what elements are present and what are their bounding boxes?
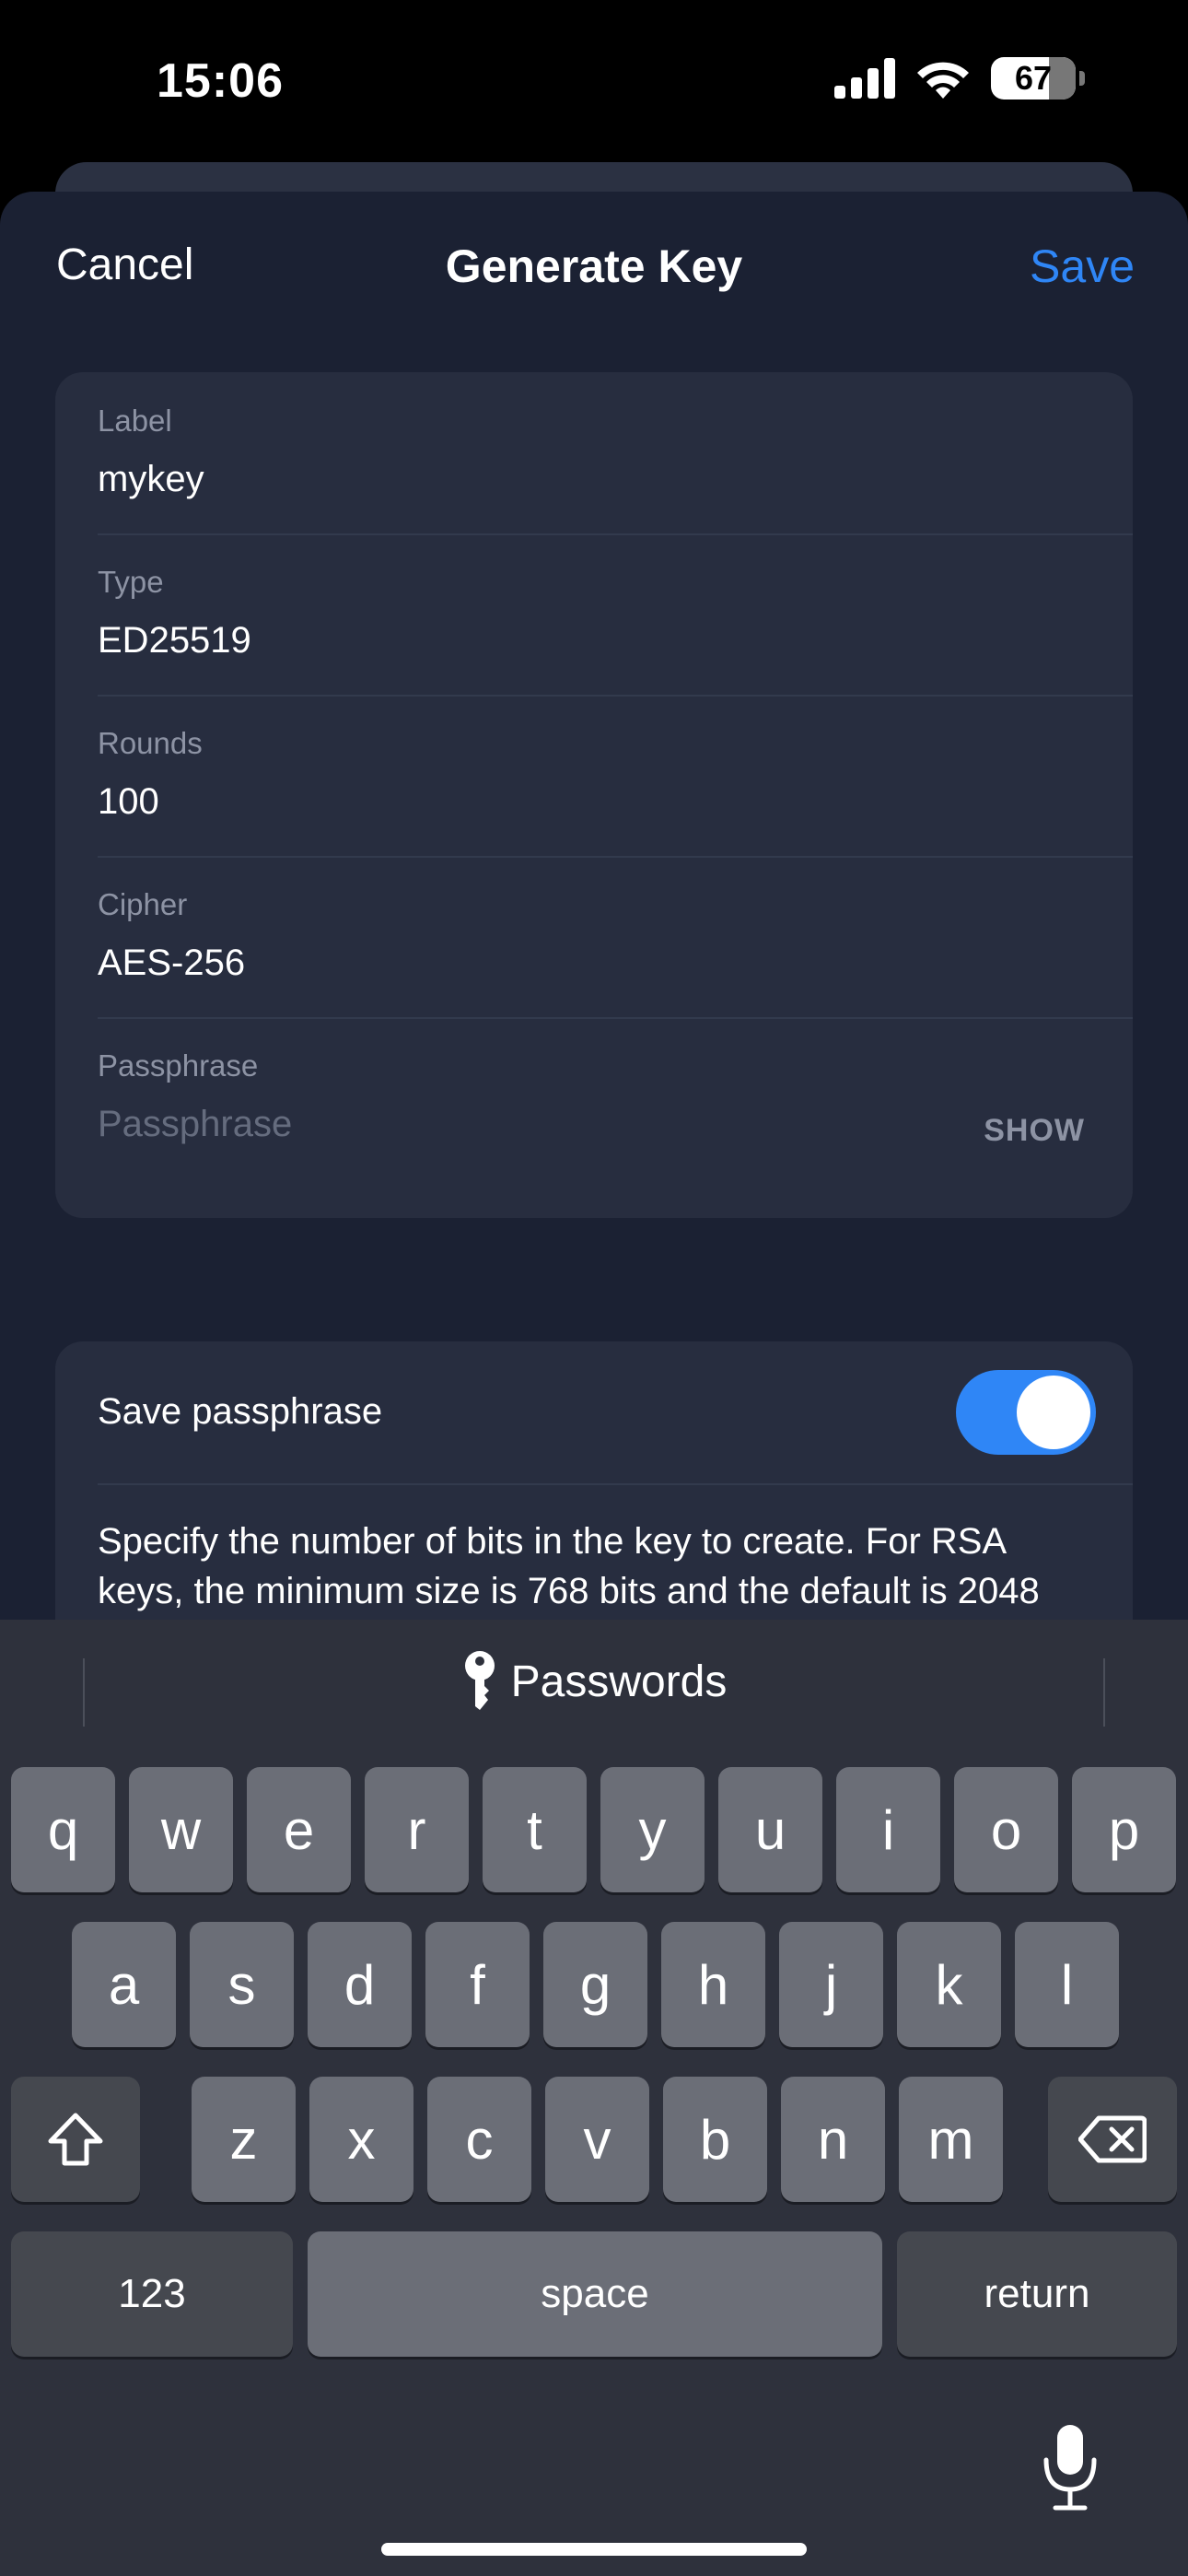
key-settings-card: Label mykey Type ED25519 Rounds 100 Ciph… [55, 372, 1133, 1218]
status-time: 15:06 [157, 54, 284, 108]
key-q[interactable]: q [11, 1767, 115, 1892]
passphrase-field[interactable]: Passphrase Passphrase SHOW [55, 1017, 1133, 1178]
type-field-label: Type [98, 565, 164, 599]
key-y[interactable]: y [600, 1767, 705, 1892]
rounds-field[interactable]: Rounds 100 [55, 695, 1133, 856]
microphone-icon[interactable] [1041, 2421, 1100, 2513]
key-p[interactable]: p [1072, 1767, 1176, 1892]
passwords-label: Passwords [510, 1657, 728, 1706]
key-s[interactable]: s [190, 1922, 294, 2047]
battery-tip [1079, 71, 1085, 86]
key-a[interactable]: a [72, 1922, 176, 2047]
key-m[interactable]: m [899, 2077, 1003, 2202]
save-passphrase-toggle[interactable] [956, 1370, 1096, 1455]
keyboard: Passwords qwertyuiop asdfghjkl zxcvbnm 1… [0, 1620, 1188, 2576]
cipher-field[interactable]: Cipher AES-256 [55, 856, 1133, 1017]
label-field-label: Label [98, 404, 172, 438]
signal-icon [834, 58, 895, 99]
backspace-icon [1078, 2115, 1147, 2163]
key-h[interactable]: h [661, 1922, 765, 2047]
key-icon [464, 1651, 495, 1710]
key-g[interactable]: g [543, 1922, 647, 2047]
key-t[interactable]: t [483, 1767, 587, 1892]
key-i[interactable]: i [836, 1767, 940, 1892]
passphrase-input[interactable]: Passphrase [98, 1104, 292, 1145]
key-w[interactable]: w [129, 1767, 233, 1892]
navigation-bar: Cancel Generate Key Save [0, 192, 1188, 348]
delete-key[interactable] [1048, 2077, 1177, 2202]
passphrase-field-label: Passphrase [98, 1048, 259, 1083]
battery-icon: 67 [991, 57, 1076, 100]
shift-icon [48, 2113, 103, 2166]
divider [98, 1483, 1133, 1485]
key-x[interactable]: x [309, 2077, 413, 2202]
key-n[interactable]: n [781, 2077, 885, 2202]
label-field-value[interactable]: mykey [98, 459, 204, 500]
key-l[interactable]: l [1015, 1922, 1119, 2047]
rounds-field-value[interactable]: 100 [98, 781, 159, 823]
key-j[interactable]: j [779, 1922, 883, 2047]
battery-level: 67 [1014, 59, 1053, 97]
toggle-knob [1017, 1376, 1090, 1449]
shift-key[interactable] [11, 2077, 140, 2202]
save-button[interactable]: Save [1030, 240, 1135, 293]
rounds-field-label: Rounds [98, 726, 203, 760]
page-title: Generate Key [445, 240, 743, 292]
key-c[interactable]: c [427, 2077, 531, 2202]
type-field[interactable]: Type ED25519 [55, 533, 1133, 695]
label-field[interactable]: Label mykey [55, 372, 1133, 533]
numbers-key[interactable]: 123 [11, 2231, 293, 2357]
save-passphrase-label: Save passphrase [98, 1391, 383, 1432]
key-v[interactable]: v [545, 2077, 649, 2202]
passwords-suggestion[interactable]: Passwords [0, 1649, 1188, 1714]
wifi-icon [917, 62, 969, 99]
return-key[interactable]: return [897, 2231, 1177, 2357]
key-k[interactable]: k [897, 1922, 1001, 2047]
key-b[interactable]: b [663, 2077, 767, 2202]
cipher-field-value[interactable]: AES-256 [98, 943, 245, 984]
key-u[interactable]: u [718, 1767, 822, 1892]
status-icons: 67 [834, 55, 1085, 101]
home-indicator [381, 2543, 807, 2556]
key-d[interactable]: d [308, 1922, 412, 2047]
suggestion-bar: Passwords [0, 1620, 1188, 1758]
key-e[interactable]: e [247, 1767, 351, 1892]
key-o[interactable]: o [954, 1767, 1058, 1892]
show-passphrase-button[interactable]: SHOW [984, 1113, 1085, 1149]
key-z[interactable]: z [192, 2077, 296, 2202]
key-r[interactable]: r [365, 1767, 469, 1892]
cipher-field-label: Cipher [98, 887, 188, 921]
save-passphrase-row: Save passphrase [55, 1341, 1133, 1483]
key-f[interactable]: f [425, 1922, 530, 2047]
type-field-value[interactable]: ED25519 [98, 620, 251, 662]
space-key[interactable]: space [308, 2231, 882, 2357]
